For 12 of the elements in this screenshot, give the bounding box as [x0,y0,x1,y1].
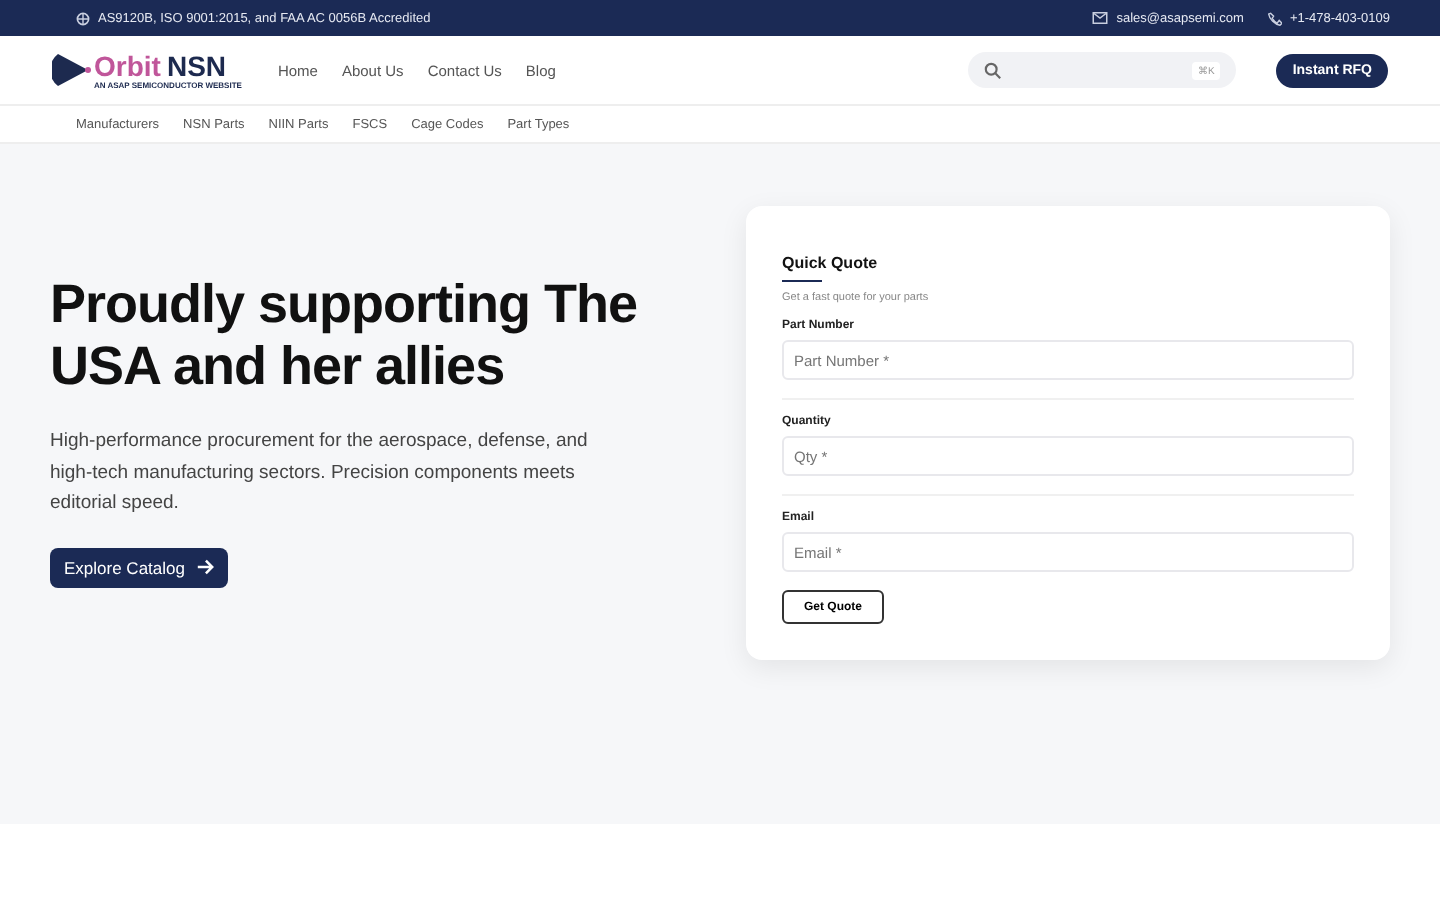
phone-icon [1267,11,1282,25]
mail-icon [1092,12,1109,24]
search-icon [984,61,1003,79]
fan-logo-icon [52,50,92,90]
explore-catalog-button[interactable]: Explore Catalog [50,547,229,587]
hero-text: High-performance procurement for the aerospace, defense, and high-tech manufacturing sectors. Precision components meets editorial speed. [50,428,590,518]
logo-word: NSN [166,49,227,81]
hero-title: Proudly supporting The USA and her allies [50,274,639,398]
logo-word: Orbit [94,49,161,81]
globe-icon [76,11,90,25]
card-title: Quick Quote [782,254,878,272]
arrow-right-icon [196,558,215,576]
